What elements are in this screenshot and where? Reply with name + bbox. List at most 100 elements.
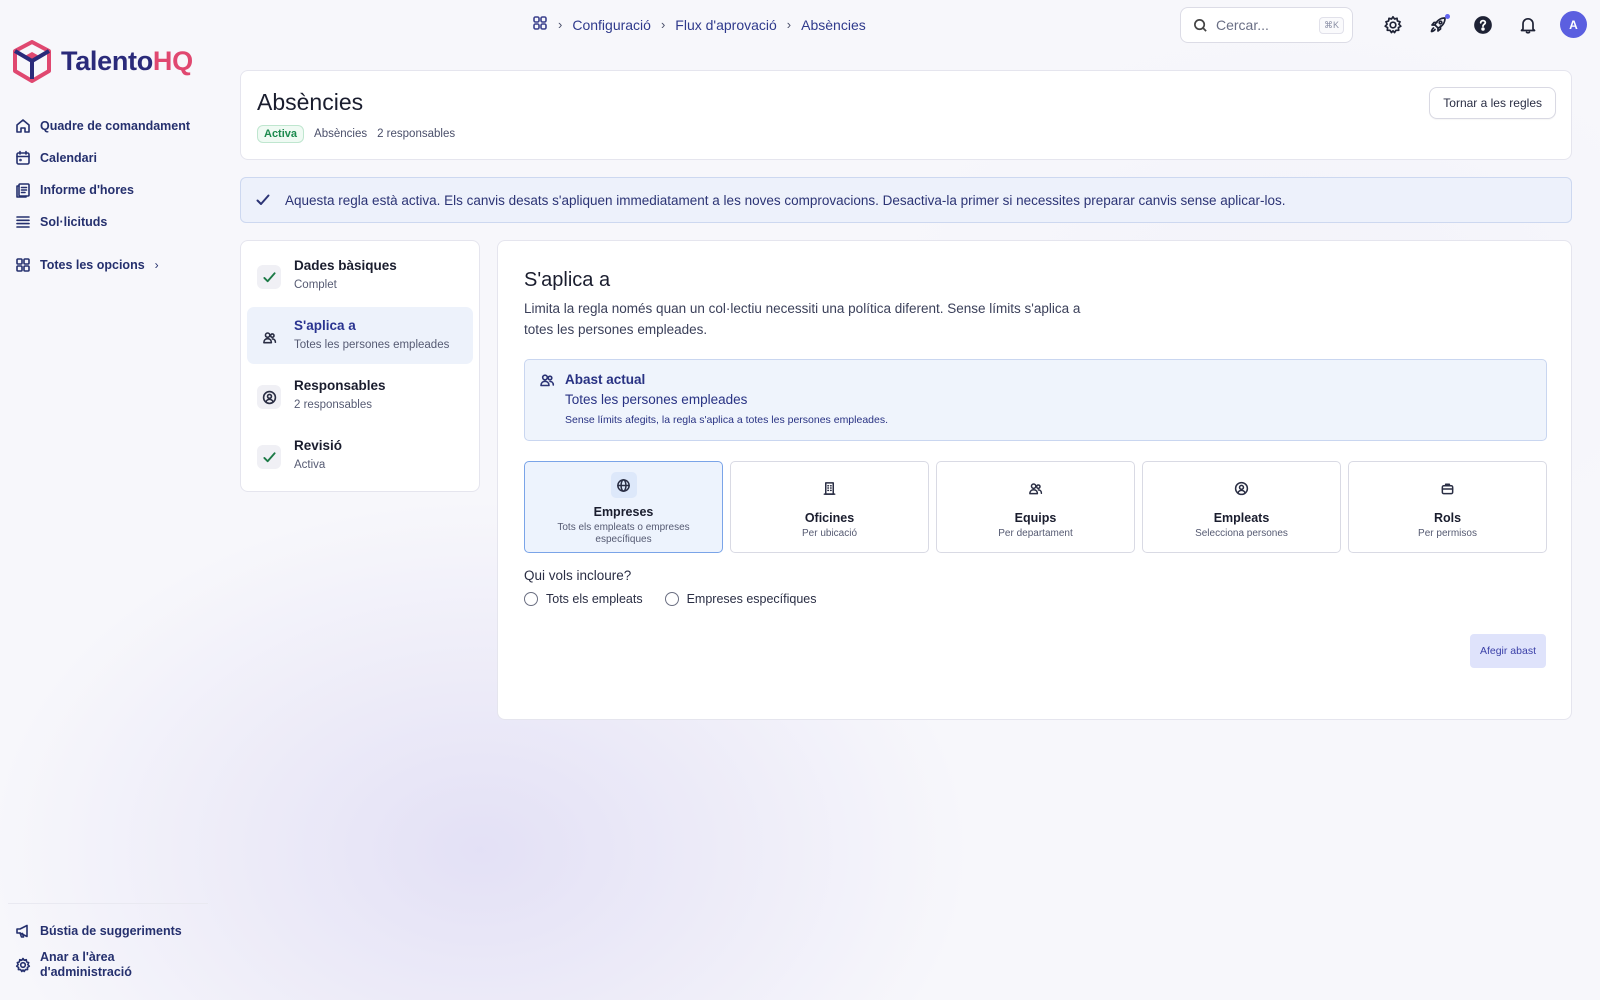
option-title: Empreses: [593, 505, 654, 519]
option-subtitle: Tots els empleats o empreses específique…: [557, 522, 690, 545]
option-title: Equips: [1014, 511, 1057, 525]
section-title: S'aplica a: [524, 269, 611, 291]
help-button[interactable]: [1470, 12, 1496, 38]
radio-all-employees[interactable]: Tots els empleats: [524, 592, 643, 606]
option-title: Empleats: [1213, 511, 1270, 525]
logo-cube-icon: [13, 40, 51, 83]
calendar-icon: [14, 150, 31, 167]
sidebar-item-feedback[interactable]: Bústia de suggeriments: [14, 916, 208, 946]
check-icon: [256, 194, 270, 205]
add-scope-button[interactable]: Afegir abast: [1469, 634, 1546, 668]
step-review[interactable]: Revisió Activa: [247, 427, 473, 484]
step-title: S'aplica a: [294, 318, 356, 333]
scope-note: Sense límits afegits, la regla s'aplica …: [565, 414, 889, 426]
users-icon: [539, 372, 555, 393]
sidebar-item-dashboard[interactable]: Quadre de comandament: [14, 110, 209, 142]
sidebar-item-label: Anar a l'àrea d'administració: [40, 950, 132, 980]
sidebar-item-admin[interactable]: Anar a l'àrea d'administració: [14, 948, 208, 982]
option-title: Oficines: [804, 511, 855, 525]
step-approvers[interactable]: Responsables 2 responsables: [247, 367, 473, 424]
bell-icon: [1520, 17, 1536, 34]
users-icon: [1023, 475, 1049, 501]
step-subtitle: Totes les persones empleades: [294, 339, 450, 351]
option-subtitle: Per ubicació: [801, 528, 858, 539]
grid-icon: [14, 257, 31, 274]
breadcrumb-item-current: Absències: [801, 16, 866, 33]
option-subtitle: Selecciona persones: [1195, 528, 1288, 539]
gear-icon: [1384, 15, 1402, 33]
scope-option-employees[interactable]: Empleats Selecciona persones: [1142, 461, 1341, 553]
scope-option-companies[interactable]: Empreses Tots els empleats o empreses es…: [524, 461, 723, 553]
search-placeholder: Cercar...: [1216, 17, 1269, 33]
apps-grid-icon[interactable]: [532, 15, 548, 34]
chevron-right-icon: ›: [154, 258, 159, 272]
step-title: Responsables: [294, 378, 386, 393]
sidebar-item-label: Quadre de comandament: [40, 119, 191, 133]
step-title: Revisió: [294, 438, 343, 453]
section-description: Limita la regla només quan un col·lectiu…: [524, 301, 1081, 337]
logo[interactable]: TalentoHQ: [12, 40, 193, 83]
radio-label: Tots els empleats: [546, 592, 643, 606]
user-circle-icon: [257, 385, 281, 409]
status-badge: Activa: [257, 125, 305, 143]
building-icon: [817, 475, 843, 501]
report-icon: [14, 182, 31, 199]
breadcrumb-item-flow[interactable]: Flux d'aprovació: [675, 17, 777, 33]
scope-option-teams[interactable]: Equips Per departament: [936, 461, 1135, 553]
step-subtitle: Activa: [294, 459, 326, 471]
scope-value: Totes les persones empleades: [565, 392, 748, 407]
step-basic-data[interactable]: Dades bàsiques Complet: [247, 247, 473, 304]
sidebar-footer: Bústia de suggeriments Anar a l'àrea d'ad…: [8, 903, 208, 982]
users-icon: [257, 325, 281, 349]
sidebar-item-requests[interactable]: Sol·licituds: [14, 206, 209, 238]
breadcrumb-separator: ›: [660, 17, 666, 32]
check-icon: [257, 265, 281, 289]
banner-text: Aquesta regla està activa. Els canvis de…: [285, 192, 1286, 208]
include-question: Qui vols incloure?: [524, 568, 632, 583]
brand-name: TalentoHQ: [61, 46, 193, 76]
rule-meta: Activa Absències 2 responsables: [257, 125, 455, 143]
help-icon: [1474, 15, 1492, 34]
breadcrumb-separator: ›: [786, 17, 792, 32]
step-subtitle: 2 responsables: [294, 399, 372, 411]
back-to-rules-button[interactable]: Tornar a les regles: [1429, 87, 1556, 119]
app-root: TalentoHQ Quadre de comandament Calendar…: [0, 0, 1600, 1000]
option-subtitle: Per departament: [998, 528, 1073, 539]
check-icon: [257, 445, 281, 469]
home-icon: [14, 118, 31, 135]
user-circle-icon: [1229, 475, 1255, 501]
breadcrumb-item-config[interactable]: Configuració: [572, 17, 651, 33]
gear-icon: [14, 957, 31, 974]
top-actions: A: [1380, 11, 1587, 38]
applies-to-panel: S'aplica a Limita la regla només quan un…: [497, 240, 1572, 720]
radio-circle[interactable]: [524, 592, 538, 606]
breadcrumb: › Configuració › Flux d'aprovació › Absè…: [532, 15, 866, 34]
whats-new-button[interactable]: [1425, 12, 1451, 38]
megaphone-icon: [14, 923, 31, 940]
sidebar-item-timesheet[interactable]: Informe d'hores: [14, 174, 209, 206]
radio-label: Empreses específiques: [686, 592, 817, 606]
step-title: Dades bàsiques: [294, 258, 397, 273]
search-shortcut: ⌘K: [1318, 16, 1344, 34]
settings-button[interactable]: [1380, 12, 1406, 38]
step-subtitle: Complet: [294, 279, 337, 291]
sidebar-item-label: Calendari: [40, 151, 97, 165]
scope-title: Abast actual: [565, 372, 646, 387]
list-icon: [14, 214, 31, 231]
include-radio-group: Tots els empleats Empreses específiques: [524, 592, 817, 606]
sidebar-item-label: Informe d'hores: [40, 183, 134, 197]
briefcase-icon: [1435, 475, 1461, 501]
radio-circle[interactable]: [664, 592, 679, 606]
notifications-button[interactable]: [1515, 12, 1541, 38]
admin-label-line1: Anar a l'àrea: [40, 950, 115, 964]
scope-option-roles[interactable]: Rols Per permisos: [1348, 461, 1547, 553]
scope-option-offices[interactable]: Oficines Per ubicació: [730, 461, 929, 553]
radio-specific-companies[interactable]: Empreses específiques: [664, 592, 817, 606]
globe-icon: [610, 472, 637, 498]
sidebar-item-calendar[interactable]: Calendari: [14, 142, 209, 174]
sidebar-item-all-options[interactable]: Totes les opcions ›: [14, 249, 209, 281]
step-applies-to[interactable]: S'aplica a Totes les persones empleades: [247, 307, 473, 364]
search-input[interactable]: Cercar... ⌘K: [1180, 7, 1353, 43]
sidebar-item-label: Sol·licituds: [40, 215, 108, 229]
avatar[interactable]: A: [1560, 11, 1587, 38]
